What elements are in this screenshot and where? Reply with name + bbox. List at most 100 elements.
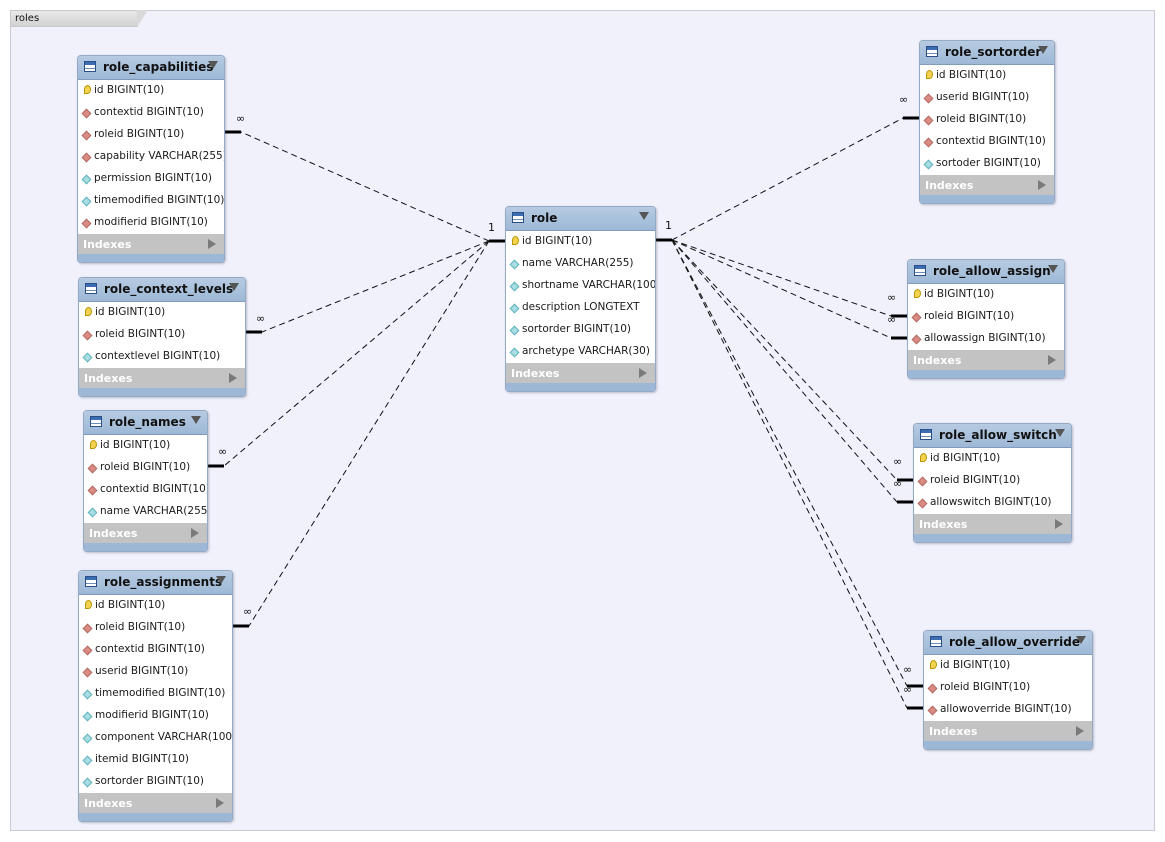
expand-arrow-icon[interactable]	[1055, 519, 1063, 529]
expand-arrow-icon[interactable]	[1038, 180, 1046, 190]
table-role-names[interactable]: role_names id BIGINT(10) roleid BIGINT(10)…	[83, 410, 208, 552]
column-row[interactable]: sortorder BIGINT(10)	[506, 319, 655, 341]
column-row[interactable]: sortoder BIGINT(10)	[920, 153, 1054, 175]
relationship-role-assignments[interactable]: ∞	[233, 240, 490, 628]
table-header[interactable]: role_allow_override	[924, 631, 1092, 655]
relationship-role-names[interactable]: ∞	[208, 240, 490, 468]
collapse-arrow-icon[interactable]	[208, 61, 218, 69]
table-role[interactable]: role id BIGINT(10) name VARCHAR(255) shortn…	[505, 206, 656, 392]
column-row[interactable]: sortorder BIGINT(10)	[79, 771, 232, 793]
table-role-assignments[interactable]: role_assignments id BIGINT(10) roleid BIGI…	[78, 570, 233, 822]
collapse-arrow-icon[interactable]	[639, 212, 649, 220]
table-role-context-levels[interactable]: role_context_levels id BIGINT(10) roleid B…	[78, 277, 246, 397]
column-row[interactable]: roleid BIGINT(10)	[78, 124, 224, 146]
indexes-section[interactable]: Indexes	[79, 368, 245, 388]
collapse-arrow-icon[interactable]	[216, 576, 226, 584]
table-role-allow-override[interactable]: role_allow_override id BIGINT(10) roleid B…	[923, 630, 1093, 750]
collapse-arrow-icon[interactable]	[229, 283, 239, 291]
column-row[interactable]: permission BIGINT(10)	[78, 168, 224, 190]
column-row[interactable]: contextid BIGINT(10)	[84, 479, 207, 501]
column-row[interactable]: id BIGINT(10)	[920, 65, 1054, 87]
column-row[interactable]: id BIGINT(10)	[78, 80, 224, 102]
column-row[interactable]: roleid BIGINT(10)	[914, 470, 1071, 492]
table-header[interactable]: role_assignments	[79, 571, 232, 595]
table-role-sortorder[interactable]: role_sortorder id BIGINT(10) userid BIGINT…	[919, 40, 1055, 204]
indexes-section[interactable]: Indexes	[79, 793, 232, 813]
table-header[interactable]: role_capabilities	[78, 56, 224, 80]
indexes-section[interactable]: Indexes	[914, 514, 1071, 534]
column-row[interactable]: userid BIGINT(10)	[79, 661, 232, 683]
relationship-role-context-levels[interactable]: ∞	[246, 240, 490, 334]
table-header[interactable]: role_names	[84, 411, 207, 435]
expand-arrow-icon[interactable]	[1076, 726, 1084, 736]
foreign-key-icon	[81, 108, 92, 119]
column-row[interactable]: id BIGINT(10)	[84, 435, 207, 457]
column-row[interactable]: name VARCHAR(255)	[84, 501, 207, 523]
column-row[interactable]: modifierid BIGINT(10)	[79, 705, 232, 727]
column-row[interactable]: id BIGINT(10)	[914, 448, 1071, 470]
column-row[interactable]: id BIGINT(10)	[79, 302, 245, 324]
column-row[interactable]: contextid BIGINT(10)	[78, 102, 224, 124]
indexes-label: Indexes	[84, 797, 133, 810]
column-row[interactable]: capability VARCHAR(255)	[78, 146, 224, 168]
relationship-role-allow-override[interactable]: ∞	[671, 239, 923, 688]
column-row[interactable]: timemodified BIGINT(10)	[79, 683, 232, 705]
column-row[interactable]: roleid BIGINT(10)	[908, 306, 1064, 328]
expand-arrow-icon[interactable]	[208, 239, 216, 249]
column-row[interactable]: roleid BIGINT(10)	[79, 617, 232, 639]
column-row[interactable]: id BIGINT(10)	[506, 231, 655, 253]
column-row[interactable]: contextid BIGINT(10)	[920, 131, 1054, 153]
column-row[interactable]: archetype VARCHAR(30)	[506, 341, 655, 363]
column-row[interactable]: allowswitch BIGINT(10)	[914, 492, 1071, 514]
column-row[interactable]: contextid BIGINT(10)	[79, 639, 232, 661]
column-row[interactable]: timemodified BIGINT(10)	[78, 190, 224, 212]
column-row[interactable]: roleid BIGINT(10)	[924, 677, 1092, 699]
collapse-arrow-icon[interactable]	[1055, 429, 1065, 437]
column-row[interactable]: id BIGINT(10)	[924, 655, 1092, 677]
relationship-role-allow-switch[interactable]: ∞	[671, 239, 913, 504]
indexes-section[interactable]: Indexes	[924, 721, 1092, 741]
table-role-allow-switch[interactable]: role_allow_switch id BIGINT(10) roleid BIG…	[913, 423, 1072, 543]
table-header[interactable]: role	[506, 207, 655, 231]
relationship-role-allow-switch[interactable]: ∞	[671, 239, 913, 482]
column-row[interactable]: itemid BIGINT(10)	[79, 749, 232, 771]
column-row[interactable]: roleid BIGINT(10)	[84, 457, 207, 479]
column-row[interactable]: id BIGINT(10)	[908, 284, 1064, 306]
collapse-arrow-icon[interactable]	[1076, 636, 1086, 644]
indexes-section[interactable]: Indexes	[78, 234, 224, 254]
table-header[interactable]: role_sortorder	[920, 41, 1054, 65]
table-header[interactable]: role_allow_assign	[908, 260, 1064, 284]
indexes-section[interactable]: Indexes	[506, 363, 655, 383]
table-header[interactable]: role_context_levels	[79, 278, 245, 302]
expand-arrow-icon[interactable]	[216, 798, 224, 808]
expand-arrow-icon[interactable]	[1048, 355, 1056, 365]
column-row[interactable]: roleid BIGINT(10)	[920, 109, 1054, 131]
table-header[interactable]: role_allow_switch	[914, 424, 1071, 448]
relationship-role-capabilities[interactable]: ∞1	[225, 112, 505, 243]
indexes-section[interactable]: Indexes	[920, 175, 1054, 195]
relationship-role-sortorder[interactable]: ∞1	[656, 93, 919, 242]
column-row[interactable]: component VARCHAR(100)	[79, 727, 232, 749]
column-row[interactable]: roleid BIGINT(10)	[79, 324, 245, 346]
column-row[interactable]: contextlevel BIGINT(10)	[79, 346, 245, 368]
column-row[interactable]: name VARCHAR(255)	[506, 253, 655, 275]
indexes-section[interactable]: Indexes	[84, 523, 207, 543]
collapse-arrow-icon[interactable]	[1048, 265, 1058, 273]
column-row[interactable]: userid BIGINT(10)	[920, 87, 1054, 109]
collapse-arrow-icon[interactable]	[1038, 46, 1048, 54]
collapse-arrow-icon[interactable]	[191, 416, 201, 424]
column-row[interactable]: modifierid BIGINT(10)	[78, 212, 224, 234]
expand-arrow-icon[interactable]	[191, 528, 199, 538]
column-row[interactable]: description LONGTEXT	[506, 297, 655, 319]
column-row[interactable]: shortname VARCHAR(100)	[506, 275, 655, 297]
table-role-capabilities[interactable]: role_capabilities id BIGINT(10) contextid …	[77, 55, 225, 263]
column-row[interactable]: allowassign BIGINT(10)	[908, 328, 1064, 350]
expand-arrow-icon[interactable]	[229, 373, 237, 383]
column-row[interactable]: allowoverride BIGINT(10)	[924, 699, 1092, 721]
expand-arrow-icon[interactable]	[639, 368, 647, 378]
relationship-role-allow-override[interactable]: ∞	[671, 239, 923, 710]
indexes-section[interactable]: Indexes	[908, 350, 1064, 370]
column-row[interactable]: id BIGINT(10)	[79, 595, 232, 617]
table-role-allow-assign[interactable]: role_allow_assign id BIGINT(10) roleid BIG…	[907, 259, 1065, 379]
relationship-role-allow-assign[interactable]: ∞	[671, 239, 907, 340]
